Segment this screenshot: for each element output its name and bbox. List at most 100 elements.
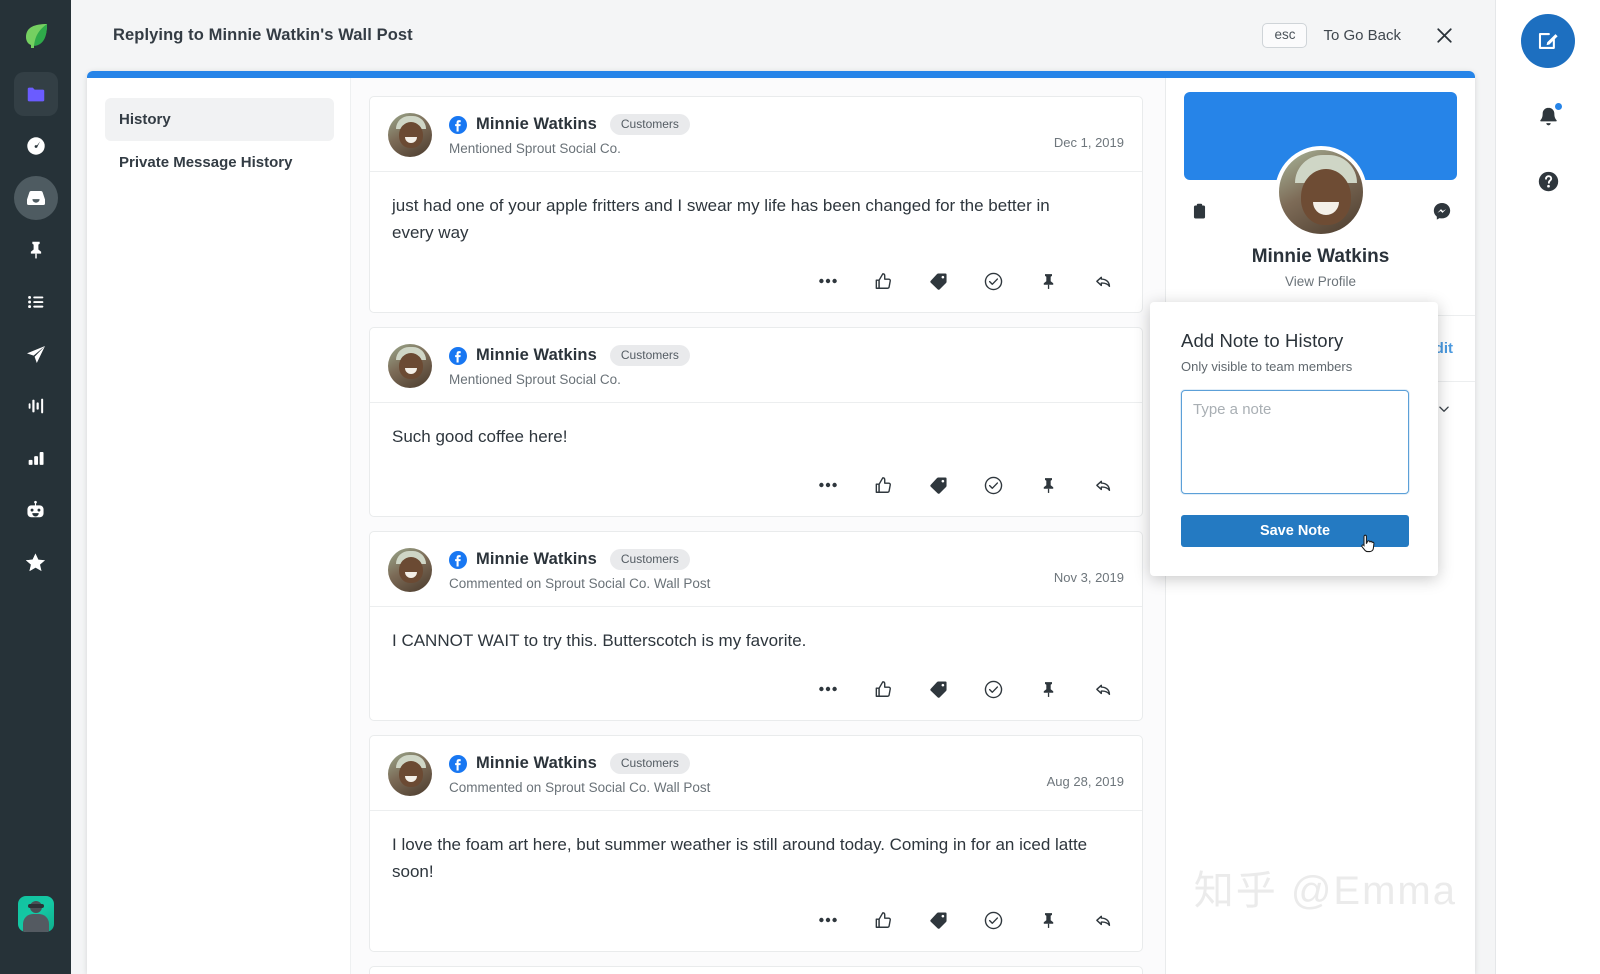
post-subtitle: Commented on Sprout Social Co. Wall Post [449, 576, 1036, 591]
sidebar-item-bot[interactable] [14, 488, 58, 532]
tab-private-message-history[interactable]: Private Message History [105, 141, 334, 184]
post-card: Minnie Watkins Customers Commented on Sp… [369, 735, 1143, 952]
like-thumbs-up-icon[interactable] [868, 266, 898, 296]
compose-button[interactable] [1521, 14, 1575, 68]
sidebar-item-favorites[interactable] [14, 540, 58, 584]
post-actions [370, 460, 1142, 516]
reply-arrow-icon[interactable] [1088, 674, 1118, 704]
clipboard-icon[interactable] [1186, 198, 1212, 224]
post-actions [370, 664, 1142, 720]
topbar: Replying to Minnie Watkin's Wall Post es… [71, 0, 1495, 71]
complete-check-circle-icon[interactable] [978, 674, 1008, 704]
sidebar-item-pinned[interactable] [14, 228, 58, 272]
more-ellipsis-icon[interactable] [813, 470, 843, 500]
panel-accent-bar [87, 71, 1475, 78]
more-ellipsis-icon[interactable] [813, 674, 843, 704]
post-text: just had one of your apple fritters and … [392, 196, 1050, 242]
post-meta: Minnie Watkins Customers Commented on Sp… [449, 752, 1029, 795]
post-subtitle-target: Sprout Social Co. [515, 141, 621, 156]
sidebar-item-tasks[interactable] [14, 280, 58, 324]
left-nav-items [13, 72, 58, 584]
post-date: Nov 3, 2019 [1053, 570, 1124, 585]
pin-icon[interactable] [1033, 674, 1063, 704]
post-name-row: Minnie Watkins Customers [449, 114, 1036, 135]
page-title: Replying to Minnie Watkin's Wall Post [113, 26, 413, 44]
post-subtitle: Mentioned Sprout Social Co. [449, 372, 1106, 387]
post-meta: Minnie Watkins Customers Mentioned Sprou… [449, 113, 1036, 156]
avatar [388, 113, 432, 157]
post-subtitle-target: Sprout Social Co. Wall Post [545, 780, 711, 795]
history-feed[interactable]: Minnie Watkins Customers Mentioned Sprou… [350, 78, 1165, 974]
facebook-icon [449, 550, 467, 569]
avatar [1274, 146, 1367, 238]
pin-icon[interactable] [1033, 266, 1063, 296]
profile-view-link[interactable]: View Profile [1166, 274, 1475, 289]
tabs-column: History Private Message History [87, 78, 350, 974]
add-note-popover: Add Note to History Only visible to team… [1150, 302, 1438, 576]
more-ellipsis-icon[interactable] [813, 266, 843, 296]
status-badge: Customers [609, 549, 690, 570]
close-icon[interactable] [1431, 23, 1457, 49]
facebook-icon [449, 115, 467, 134]
sidebar-item-inbox[interactable] [13, 176, 58, 220]
like-thumbs-up-icon[interactable] [868, 470, 898, 500]
pin-icon[interactable] [1033, 905, 1063, 935]
sidebar-item-listening[interactable] [14, 384, 58, 428]
post-name-row: Minnie Watkins Customers [449, 753, 1029, 774]
sidebar-item-publishing[interactable] [14, 332, 58, 376]
sidebar-item-reports[interactable] [14, 436, 58, 480]
main-area: Replying to Minnie Watkin's Wall Post es… [71, 0, 1495, 974]
go-back-label: To Go Back [1323, 27, 1401, 44]
post-header: Minnie Watkins Customers Commented on Sp… [370, 532, 1142, 607]
right-utility-rail [1495, 0, 1600, 974]
post-body: I love the foam art here, but summer wea… [370, 811, 1142, 895]
avatar[interactable] [18, 896, 54, 932]
post-header: Minnie Watkins Customers Mentioned Sprou… [370, 97, 1142, 172]
topbar-actions: esc To Go Back [1262, 23, 1471, 49]
tab-history[interactable]: History [105, 98, 334, 141]
post-subtitle-action: Commented on [449, 780, 542, 795]
complete-check-circle-icon[interactable] [978, 266, 1008, 296]
like-thumbs-up-icon[interactable] [868, 674, 898, 704]
notification-badge [1553, 101, 1564, 112]
tag-icon[interactable] [923, 470, 953, 500]
reply-arrow-icon[interactable] [1088, 266, 1118, 296]
status-badge: Customers [609, 114, 690, 135]
post-date: Aug 28, 2019 [1046, 774, 1124, 789]
post-actions [370, 256, 1142, 312]
sprout-leaf-logo[interactable] [14, 14, 58, 58]
post-subtitle: Mentioned Sprout Social Co. [449, 141, 1036, 156]
help-question-icon[interactable] [1533, 166, 1563, 196]
post-body: just had one of your apple fritters and … [370, 172, 1142, 256]
sidebar-item-assets[interactable] [13, 72, 58, 116]
avatar [388, 548, 432, 592]
messenger-icon[interactable] [1429, 198, 1455, 224]
status-badge: Customers [609, 753, 690, 774]
save-note-button[interactable]: Save Note [1181, 515, 1409, 547]
complete-check-circle-icon[interactable] [978, 470, 1008, 500]
reply-arrow-icon[interactable] [1088, 470, 1118, 500]
bell-icon[interactable] [1533, 101, 1564, 132]
note-input[interactable] [1181, 390, 1409, 494]
post-subtitle-target: Sprout Social Co. Wall Post [545, 576, 711, 591]
pin-icon[interactable] [1033, 470, 1063, 500]
post-author[interactable]: Minnie Watkins [476, 346, 597, 365]
like-thumbs-up-icon[interactable] [868, 905, 898, 935]
history-panel: History Private Message History Minnie W… [87, 71, 1475, 974]
facebook-icon [449, 346, 467, 365]
post-text: Such good coffee here! [392, 427, 568, 446]
tag-icon[interactable] [923, 905, 953, 935]
complete-check-circle-icon[interactable] [978, 905, 1008, 935]
post-author[interactable]: Minnie Watkins [476, 754, 597, 773]
esc-key-button[interactable]: esc [1262, 23, 1308, 48]
more-ellipsis-icon[interactable] [813, 905, 843, 935]
reply-arrow-icon[interactable] [1088, 905, 1118, 935]
post-author[interactable]: Minnie Watkins [476, 115, 597, 134]
sidebar-item-dashboard[interactable] [14, 124, 58, 168]
post-author[interactable]: Minnie Watkins [476, 550, 597, 569]
post-subtitle-target: Sprout Social Co. [515, 372, 621, 387]
tag-icon[interactable] [923, 266, 953, 296]
tag-icon[interactable] [923, 674, 953, 704]
watermark: 知乎 @Emma [1193, 869, 1457, 913]
post-subtitle-action: Mentioned [449, 372, 513, 387]
